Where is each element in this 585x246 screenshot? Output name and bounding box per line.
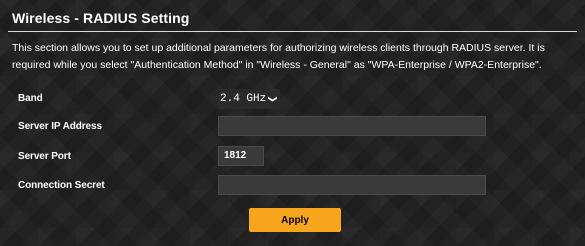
server-ip-input[interactable] <box>218 116 486 136</box>
connection-secret-input[interactable] <box>218 175 486 195</box>
page-title: Wireless - RADIUS Setting <box>12 10 190 26</box>
server-port-input[interactable]: 1812 <box>218 146 264 166</box>
server-ip-label: Server IP Address <box>18 121 102 132</box>
server-ip-row: Server IP Address <box>0 116 585 140</box>
apply-button[interactable]: Apply <box>249 208 341 232</box>
server-port-row: Server Port 1812 <box>0 146 585 170</box>
chevron-down-icon: ❯ <box>266 95 277 103</box>
band-selected-value: 2.4 GHz <box>220 93 267 105</box>
connection-secret-label: Connection Secret <box>18 180 105 191</box>
band-label: Band <box>18 93 43 104</box>
server-port-label: Server Port <box>18 151 71 162</box>
title-divider <box>8 31 577 32</box>
connection-secret-row: Connection Secret <box>0 175 585 199</box>
section-description: This section allows you to set up additi… <box>12 42 545 71</box>
band-row: Band 2.4 GHz ❯ <box>0 88 585 112</box>
radius-settings-panel: Wireless - RADIUS Setting This section a… <box>0 0 585 246</box>
band-select[interactable]: 2.4 GHz ❯ <box>218 89 280 109</box>
